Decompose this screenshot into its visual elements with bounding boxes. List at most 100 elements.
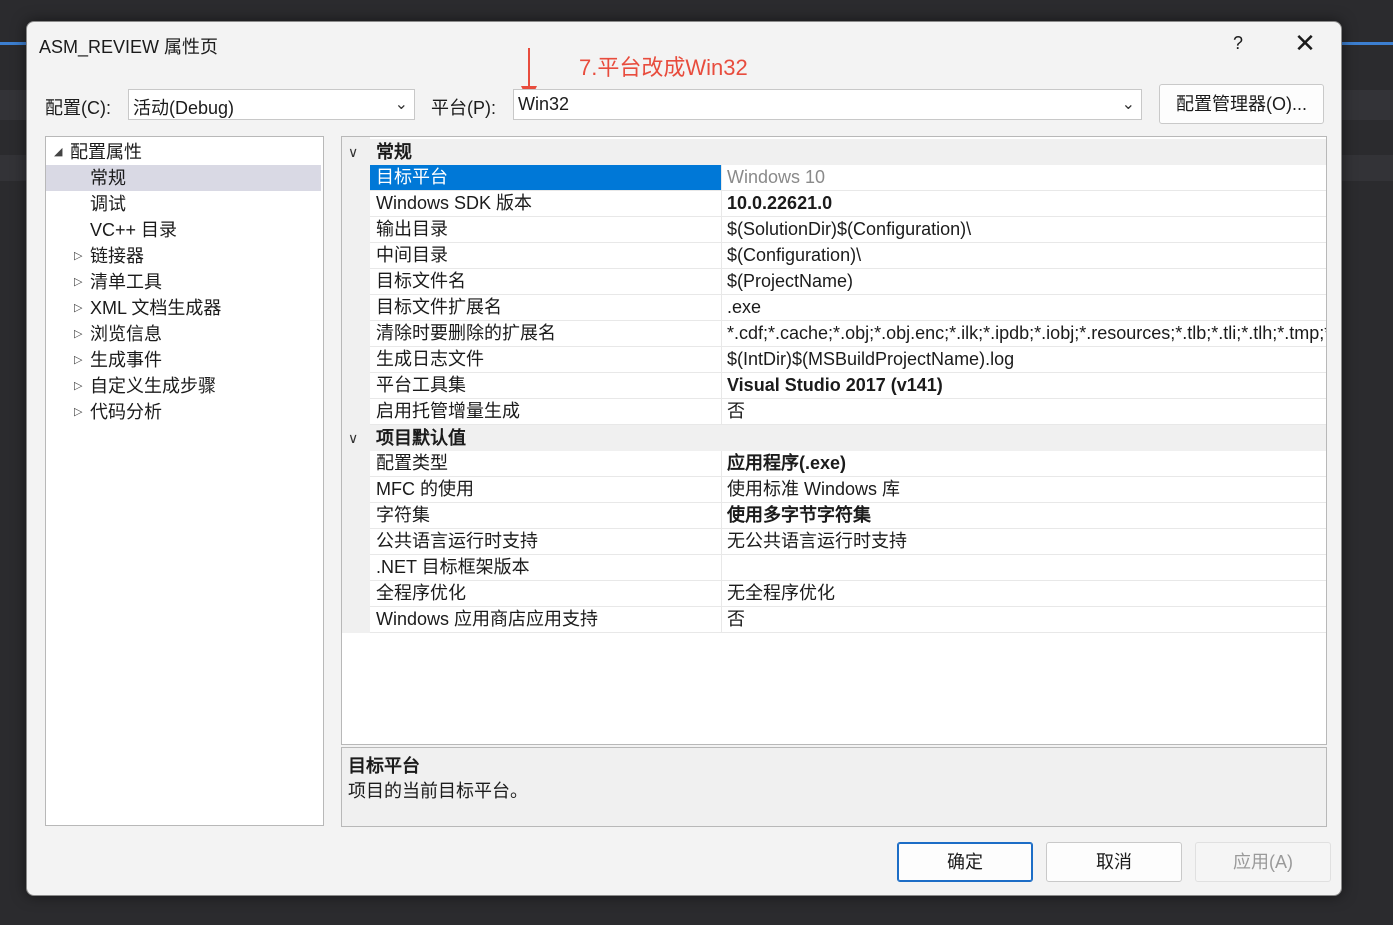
cancel-button[interactable]: 取消 [1046, 842, 1182, 882]
property-row[interactable]: 清除时要删除的扩展名 *.cdf;*.cache;*.obj;*.obj.enc;… [370, 321, 1326, 347]
tree-item[interactable]: VC++ 目录 [46, 217, 321, 243]
grid-category[interactable]: ∨ 项目默认值 [342, 425, 1326, 451]
property-value[interactable]: 应用程序(.exe) [722, 451, 1326, 476]
property-name: .NET 目标框架版本 [370, 555, 722, 580]
property-value[interactable] [722, 555, 1326, 580]
dialog-title: ASM_REVIEW 属性页 [39, 37, 219, 57]
tree-item-label: 调试 [90, 194, 126, 214]
property-value[interactable]: 否 [722, 399, 1326, 424]
property-value[interactable]: 无全程序优化 [722, 581, 1326, 606]
property-name: MFC 的使用 [370, 477, 722, 502]
property-row[interactable]: 启用托管增量生成否 [370, 399, 1326, 425]
property-name: Windows 应用商店应用支持 [370, 607, 722, 632]
tree-item-label: VC++ 目录 [90, 220, 178, 240]
property-row[interactable]: 目标平台 Windows 10 [370, 165, 1326, 191]
tree-item-label: 常规 [90, 168, 126, 188]
property-name: 公共语言运行时支持 [370, 529, 722, 554]
property-row[interactable]: MFC 的使用 使用标准 Windows 库 [370, 477, 1326, 503]
property-value[interactable]: 使用标准 Windows 库 [722, 477, 1326, 502]
tree-root-label: 配置属性 [70, 142, 142, 162]
property-value[interactable]: $(IntDir)$(MSBuildProjectName).log [722, 347, 1326, 372]
property-value[interactable]: 无公共语言运行时支持 [722, 529, 1326, 554]
background-accent-line [1341, 42, 1393, 45]
chevron-down-icon: ⌄ [394, 96, 408, 113]
property-value[interactable]: $(SolutionDir)$(Configuration)\ [722, 217, 1326, 242]
close-button[interactable]: ✕ [1287, 28, 1323, 58]
property-name: 目标文件名 [370, 269, 722, 294]
property-value[interactable]: *.cdf;*.cache;*.obj;*.obj.enc;*.ilk;*.ip… [722, 321, 1326, 346]
property-row[interactable]: 配置类型 应用程序(.exe) [370, 451, 1326, 477]
property-row[interactable]: 目标文件名 $(ProjectName) [370, 269, 1326, 295]
property-row[interactable]: 全程序优化 无全程序优化 [370, 581, 1326, 607]
description-title: 目标平台 [348, 756, 420, 776]
config-manager-button[interactable]: 配置管理器(O)... [1159, 84, 1324, 124]
tree-item[interactable]: ▷ 清单工具 [46, 269, 321, 295]
tree-item[interactable]: ▷ 生成事件 [46, 347, 321, 373]
collapsed-triangle-icon[interactable]: ▷ [74, 373, 82, 399]
tree-item[interactable]: 常规 [46, 165, 321, 191]
apply-button[interactable]: 应用(A) [1195, 842, 1331, 882]
chevron-down-icon[interactable]: ∨ [348, 425, 358, 451]
tree-item[interactable]: ▷ 代码分析 [46, 399, 321, 425]
background-editor-bar [1341, 155, 1393, 181]
platform-dropdown[interactable]: Win32 ⌄ [513, 89, 1142, 120]
config-label: 配置(C): [45, 98, 111, 118]
chevron-down-icon: ⌄ [1121, 96, 1135, 113]
property-row[interactable]: 输出目录 $(SolutionDir)$(Configuration)\ [370, 217, 1326, 243]
property-name: 全程序优化 [370, 581, 722, 606]
tree-item-label: 生成事件 [90, 350, 162, 370]
collapsed-triangle-icon[interactable]: ▷ [74, 399, 82, 425]
grid-category-title: 项目默认值 [376, 428, 466, 448]
property-value[interactable]: Visual Studio 2017 (v141) [722, 373, 1326, 398]
property-row[interactable]: 生成日志文件 $(IntDir)$(MSBuildProjectName).log [370, 347, 1326, 373]
property-value[interactable]: 否 [722, 607, 1326, 632]
property-value[interactable]: $(Configuration)\ [722, 243, 1326, 268]
chevron-down-icon[interactable]: ∨ [348, 139, 358, 165]
property-row[interactable]: 公共语言运行时支持 无公共语言运行时支持 [370, 529, 1326, 555]
collapsed-triangle-icon[interactable]: ▷ [74, 347, 82, 373]
property-name: 字符集 [370, 503, 722, 528]
property-row[interactable]: .NET 目标框架版本 [370, 555, 1326, 581]
property-row[interactable]: Windows SDK 版本 10.0.22621.0 [370, 191, 1326, 217]
background-editor-bar [0, 90, 26, 120]
property-value[interactable]: Windows 10 [722, 165, 1326, 190]
collapsed-triangle-icon[interactable]: ▷ [74, 295, 82, 321]
property-row[interactable]: 字符集 使用多字节字符集 [370, 503, 1326, 529]
tree-item-label: XML 文档生成器 [90, 298, 222, 318]
platform-label: 平台(P): [431, 98, 496, 118]
config-dropdown[interactable]: 活动(Debug) ⌄ [128, 89, 415, 120]
property-grid: ∨ 常规目标平台 Windows 10 Windows SDK 版本 10.0.2262… [341, 136, 1327, 745]
tree-item[interactable]: ▷ 自定义生成步骤 [46, 373, 321, 399]
tree-root[interactable]: ◢ 配置属性 [46, 139, 321, 165]
tree-item[interactable]: 调试 [46, 191, 321, 217]
property-value[interactable]: 使用多字节字符集 [722, 503, 1326, 528]
description-panel: 目标平台 项目的当前目标平台。 [341, 747, 1327, 827]
collapsed-triangle-icon[interactable]: ▷ [74, 321, 82, 347]
grid-category-title: 常规 [376, 142, 412, 162]
property-row[interactable]: 目标文件扩展名 .exe [370, 295, 1326, 321]
property-name: 中间目录 [370, 243, 722, 268]
tree-item[interactable]: ▷ 浏览信息 [46, 321, 321, 347]
property-value[interactable]: 10.0.22621.0 [722, 191, 1326, 216]
property-row[interactable]: 中间目录 $(Configuration)\ [370, 243, 1326, 269]
tree-item[interactable]: ▷ 链接器 [46, 243, 321, 269]
help-button[interactable]: ? [1227, 30, 1249, 56]
config-value: 活动(Debug) [133, 98, 235, 118]
property-name: 输出目录 [370, 217, 722, 242]
property-name: 平台工具集 [370, 373, 722, 398]
grid-category[interactable]: ∨ 常规 [342, 139, 1326, 165]
collapsed-triangle-icon[interactable]: ▷ [74, 269, 82, 295]
collapsed-triangle-icon[interactable]: ▷ [74, 243, 82, 269]
property-row[interactable]: Windows 应用商店应用支持否 [370, 607, 1326, 633]
tree-item-label: 自定义生成步骤 [90, 376, 216, 396]
description-text: 项目的当前目标平台。 [348, 781, 528, 801]
expanded-triangle-icon: ◢ [54, 146, 63, 158]
property-value[interactable]: .exe [722, 295, 1326, 320]
ok-button[interactable]: 确定 [897, 842, 1033, 882]
tree-item-label: 清单工具 [90, 272, 162, 292]
tree-item[interactable]: ▷ XML 文档生成器 [46, 295, 321, 321]
property-value[interactable]: $(ProjectName) [722, 269, 1326, 294]
property-row[interactable]: 平台工具集 Visual Studio 2017 (v141) [370, 373, 1326, 399]
property-tree: ◢ 配置属性 常规 调试 VC++ 目录 ▷ 链接器 ▷ 清单工具 ▷ XML 文档生成器 ▷ 浏览… [45, 136, 324, 826]
annotation-text: 7.平台改成Win32 [579, 55, 748, 80]
